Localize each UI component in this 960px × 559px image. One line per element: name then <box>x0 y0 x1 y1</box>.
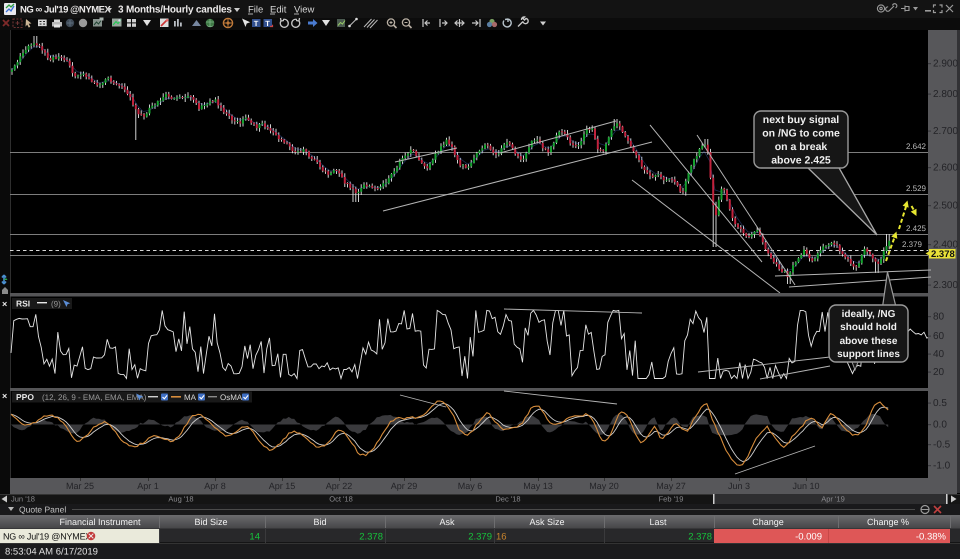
svg-text:Apr 29: Apr 29 <box>391 481 418 491</box>
svg-text:2.425: 2.425 <box>906 224 927 233</box>
svg-text:May 13: May 13 <box>523 481 553 491</box>
svg-text:20: 20 <box>933 367 945 378</box>
svg-text:Bid Size: Bid Size <box>194 517 227 527</box>
svg-text:on /NG to come: on /NG to come <box>762 127 840 139</box>
svg-text:should hold: should hold <box>840 322 897 333</box>
svg-text:Oct '18: Oct '18 <box>329 495 353 504</box>
svg-text:(12, 26, 9 - EMA, EMA, EMA): (12, 26, 9 - EMA, EMA, EMA) <box>42 393 147 402</box>
svg-text:Apr 15: Apr 15 <box>269 481 296 491</box>
svg-text:Change %: Change % <box>867 517 909 527</box>
svg-text:Jun 10: Jun 10 <box>792 481 819 491</box>
svg-text:next buy signal: next buy signal <box>763 114 840 126</box>
svg-text:×: × <box>2 391 7 401</box>
svg-text:RSI: RSI <box>16 299 30 309</box>
svg-text:3 Months/Hourly candles: 3 Months/Hourly candles <box>118 5 232 16</box>
svg-text:NG ∞ Jul'19 @NYMEX: NG ∞ Jul'19 @NYMEX <box>3 532 91 542</box>
svg-text:60: 60 <box>933 331 945 342</box>
svg-text:Aug '18: Aug '18 <box>168 495 193 504</box>
svg-text:80: 80 <box>933 312 945 323</box>
svg-text:14: 14 <box>249 532 260 543</box>
svg-text:Jun 3: Jun 3 <box>728 481 750 491</box>
svg-text:Apr 1: Apr 1 <box>137 481 159 491</box>
svg-text:MA: MA <box>184 393 197 402</box>
svg-text:8:53:04 AM 6/17/2019: 8:53:04 AM 6/17/2019 <box>5 547 98 558</box>
svg-text:Apr '19: Apr '19 <box>821 495 845 504</box>
svg-text:40: 40 <box>933 349 945 360</box>
svg-text:16: 16 <box>496 532 507 543</box>
svg-text:Apr 22: Apr 22 <box>326 481 353 491</box>
svg-text:PPO: PPO <box>16 392 34 402</box>
svg-text:Ask: Ask <box>439 517 455 527</box>
svg-text:Bid: Bid <box>313 517 326 527</box>
svg-text:-1.0: -1.0 <box>933 461 951 472</box>
svg-text:on a break: on a break <box>775 141 828 153</box>
svg-text:Financial Instrument: Financial Instrument <box>59 517 141 527</box>
svg-text:Last: Last <box>649 517 667 527</box>
svg-text:2.379: 2.379 <box>468 532 492 543</box>
svg-text:T: T <box>265 19 270 28</box>
svg-text:×: × <box>2 299 7 309</box>
svg-text:-0.5: -0.5 <box>933 440 951 451</box>
svg-text:2.529: 2.529 <box>906 184 927 193</box>
svg-text:2.600: 2.600 <box>933 163 958 174</box>
svg-text:2.642: 2.642 <box>906 142 927 151</box>
svg-text:2.800: 2.800 <box>933 89 958 100</box>
svg-text:-0.38%: -0.38% <box>916 532 947 543</box>
svg-text:Jun '18: Jun '18 <box>11 495 35 504</box>
svg-text:May 6: May 6 <box>458 481 483 491</box>
svg-text:2.700: 2.700 <box>933 126 958 137</box>
svg-text:NG ∞ Jul'19 @NYMEX: NG ∞ Jul'19 @NYMEX <box>20 5 112 16</box>
svg-text:Mar 25: Mar 25 <box>66 481 94 491</box>
svg-text:T: T <box>254 19 259 28</box>
svg-text:Change: Change <box>752 517 784 527</box>
svg-text:Ask Size: Ask Size <box>529 517 564 527</box>
svg-text:2.500: 2.500 <box>933 201 958 212</box>
svg-text:above these: above these <box>840 336 898 347</box>
svg-text:-0.009: -0.009 <box>795 532 822 543</box>
svg-text:Feb '19: Feb '19 <box>659 495 684 504</box>
svg-text:(9): (9) <box>51 300 61 309</box>
svg-text:2.300: 2.300 <box>933 280 958 291</box>
svg-text:OsMA: OsMA <box>220 393 243 402</box>
svg-text:2.379: 2.379 <box>902 240 923 249</box>
svg-text:0.5: 0.5 <box>933 398 947 409</box>
svg-text:Dec '18: Dec '18 <box>495 495 520 504</box>
svg-text:support lines: support lines <box>837 349 900 360</box>
svg-text:0.0: 0.0 <box>933 420 947 431</box>
svg-text:2.378: 2.378 <box>359 532 383 543</box>
svg-text:2.378: 2.378 <box>688 532 712 543</box>
svg-text:May 20: May 20 <box>589 481 619 491</box>
svg-text:Apr 8: Apr 8 <box>204 481 226 491</box>
svg-text:2.900: 2.900 <box>933 59 958 70</box>
svg-text:May 27: May 27 <box>656 481 686 491</box>
svg-text:Quote Panel: Quote Panel <box>19 505 66 515</box>
svg-text:2.378: 2.378 <box>931 249 955 260</box>
svg-text:ideally, /NG: ideally, /NG <box>842 309 896 320</box>
svg-text:above 2.425: above 2.425 <box>771 154 831 166</box>
